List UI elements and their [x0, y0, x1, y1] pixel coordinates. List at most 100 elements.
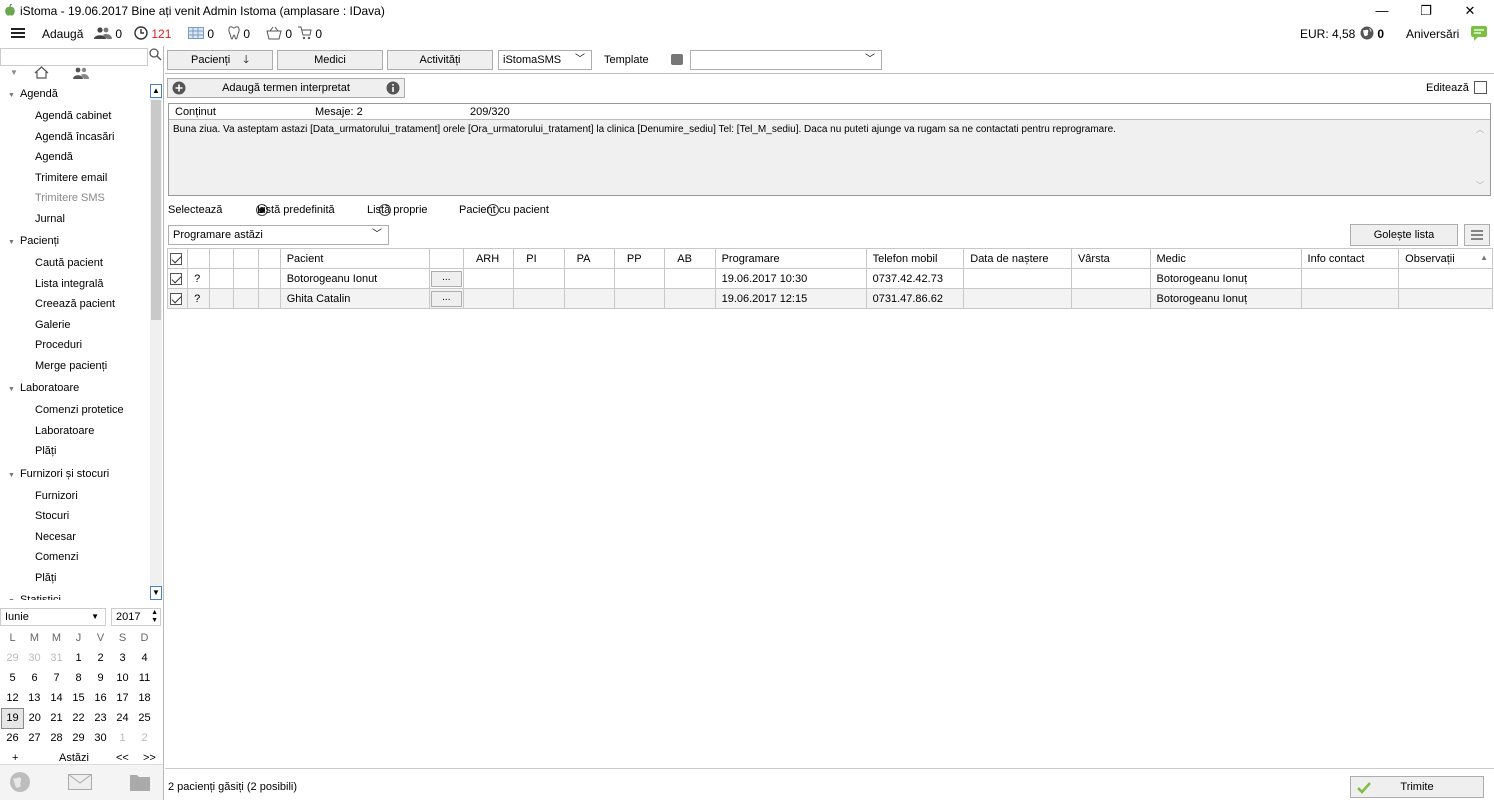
- column-header-varsta[interactable]: Vârsta: [1070, 248, 1151, 269]
- table-row[interactable]: ? Ghita Catalin... 19.06.2017 12:15 0731.47…: [166, 288, 1493, 309]
- home-icon[interactable]: [34, 66, 49, 82]
- column-header[interactable]: [233, 248, 259, 269]
- calendar-day[interactable]: 29: [68, 728, 90, 748]
- table-cell[interactable]: [664, 288, 716, 309]
- list-menu-button[interactable]: [1464, 224, 1490, 246]
- column-header-ab[interactable]: AB: [664, 248, 716, 269]
- appointments-counter[interactable]: 121: [134, 26, 176, 42]
- sidebar-item[interactable]: Plăți: [35, 572, 56, 584]
- nav-group[interactable]: ▼ Furnizori și stocuri: [8, 468, 109, 480]
- table-cell[interactable]: [1398, 288, 1493, 309]
- calendar-day[interactable]: 7: [46, 668, 68, 688]
- column-header-medic[interactable]: Medic: [1149, 248, 1302, 269]
- appointment-cell[interactable]: 19.06.2017 10:30: [714, 268, 867, 289]
- column-header-pa[interactable]: PA: [563, 248, 615, 269]
- calendar-day[interactable]: 27: [24, 728, 46, 748]
- radio-predefined-label[interactable]: Listă predefinită: [257, 204, 335, 216]
- radio-own-label[interactable]: Listă proprie: [367, 204, 428, 216]
- search-icon[interactable]: [149, 48, 162, 64]
- patients-button[interactable]: Pacienți 🡓: [167, 50, 273, 70]
- sidebar-item[interactable]: Laboratoare: [35, 425, 94, 437]
- sidebar-item[interactable]: Agendă încasări: [35, 131, 115, 143]
- table-cell[interactable]: [166, 268, 189, 289]
- table-cell[interactable]: [1070, 268, 1151, 289]
- users-counter[interactable]: 0: [94, 26, 134, 42]
- sidebar-item[interactable]: Agendă: [35, 151, 73, 163]
- sidebar-item[interactable]: Creează pacient: [35, 298, 115, 310]
- sidebar-item[interactable]: Comenzi protetice: [35, 404, 124, 416]
- clear-list-button[interactable]: Golește lista: [1350, 224, 1458, 246]
- table-cell[interactable]: ...: [428, 268, 464, 289]
- patient-name-cell[interactable]: Botorogeanu Ionut: [279, 268, 430, 289]
- sidebar-item[interactable]: Galerie: [35, 319, 70, 331]
- restore-button[interactable]: ❐: [1412, 2, 1440, 20]
- patient-name-cell[interactable]: Ghita Catalin: [279, 288, 430, 309]
- message-scrollbar[interactable]: ︿ ﹀: [1473, 122, 1489, 195]
- calendar-day[interactable]: 8: [68, 668, 90, 688]
- sidebar-item[interactable]: Furnizori: [35, 490, 78, 502]
- phone-cell[interactable]: 0737.42.42.73: [865, 268, 965, 289]
- calendar-add-button[interactable]: +: [12, 752, 18, 764]
- calendar-day[interactable]: 14: [46, 688, 68, 708]
- status-cell[interactable]: ?: [187, 268, 211, 289]
- nav-scrollbar[interactable]: ▲ ▼: [150, 84, 162, 600]
- appointment-cell[interactable]: 19.06.2017 12:15: [714, 288, 867, 309]
- column-header-pp[interactable]: PP: [613, 248, 666, 269]
- add-term-button[interactable]: Adaugă termen interpretat: [167, 78, 405, 98]
- doctor-cell[interactable]: Botorogeanu Ionuț: [1149, 268, 1302, 289]
- activities-button[interactable]: Activități: [387, 50, 493, 70]
- table-cell[interactable]: [1300, 288, 1400, 309]
- calendar-day[interactable]: 21: [46, 708, 68, 728]
- close-button[interactable]: ✕: [1456, 2, 1484, 20]
- nav-group[interactable]: ▼ Agendă: [8, 88, 58, 100]
- status-cell[interactable]: ?: [187, 288, 211, 309]
- message-text[interactable]: Buna ziua. Va asteptam astazi [Data_urma…: [173, 124, 1463, 135]
- nav-group[interactable]: ▼ Pacienți: [8, 235, 59, 247]
- scroll-up-icon[interactable]: ▲: [150, 84, 162, 98]
- calendar-day[interactable]: 5: [2, 668, 24, 688]
- online-counter[interactable]: 0: [1360, 26, 1396, 42]
- send-button[interactable]: Trimite: [1350, 776, 1484, 798]
- cart-counter[interactable]: 0: [298, 26, 330, 42]
- column-header[interactable]: [209, 248, 235, 269]
- calendar-day[interactable]: 13: [24, 688, 46, 708]
- table-cell[interactable]: [462, 268, 515, 289]
- expand-arrow-icon[interactable]: ▼: [8, 472, 15, 479]
- phone-cell[interactable]: 0731.47.86.62: [865, 288, 965, 309]
- calendar-day[interactable]: 15: [68, 688, 90, 708]
- calendar-day[interactable]: 16: [90, 688, 112, 708]
- calendar-day[interactable]: 4: [134, 648, 156, 668]
- calendar-day[interactable]: 19: [1, 707, 24, 729]
- sidebar-item[interactable]: Lista integrală: [35, 278, 104, 290]
- sidebar-item[interactable]: Comenzi: [35, 551, 78, 563]
- calendar-day[interactable]: 2: [90, 648, 112, 668]
- globe-icon[interactable]: [9, 771, 31, 793]
- users-icon[interactable]: [73, 67, 89, 82]
- calendar-day[interactable]: 24: [112, 708, 134, 728]
- calendar-counter[interactable]: 0: [188, 26, 220, 42]
- column-header-pacient[interactable]: Pacient: [279, 248, 430, 269]
- sidebar-item[interactable]: Caută pacient: [35, 257, 103, 269]
- search-input[interactable]: [0, 48, 148, 66]
- template-select[interactable]: ﹀: [690, 50, 882, 70]
- table-cell[interactable]: [233, 288, 259, 309]
- column-header-data-nastere[interactable]: Data de naștere: [963, 248, 1072, 269]
- table-cell[interactable]: [233, 268, 259, 289]
- info-icon[interactable]: [386, 81, 400, 101]
- sidebar-item[interactable]: Agendă cabinet: [35, 110, 111, 122]
- calendar-day[interactable]: 17: [112, 688, 134, 708]
- column-header-pi[interactable]: PI: [513, 248, 565, 269]
- basket-counter[interactable]: 0: [266, 26, 298, 42]
- table-cell[interactable]: [563, 288, 615, 309]
- sidebar-item[interactable]: Jurnal: [35, 213, 65, 225]
- tooth-counter[interactable]: 0: [228, 26, 258, 42]
- next-month-button[interactable]: >>: [143, 752, 156, 764]
- table-cell[interactable]: [209, 268, 235, 289]
- table-cell[interactable]: [613, 268, 666, 289]
- column-header-programare[interactable]: Programare: [714, 248, 867, 269]
- select-all-checkbox[interactable]: [170, 252, 182, 265]
- table-cell[interactable]: [1398, 268, 1493, 289]
- expand-arrow-icon[interactable]: ▼: [8, 239, 15, 246]
- menu-icon[interactable]: [10, 25, 26, 41]
- table-cell[interactable]: [563, 268, 615, 289]
